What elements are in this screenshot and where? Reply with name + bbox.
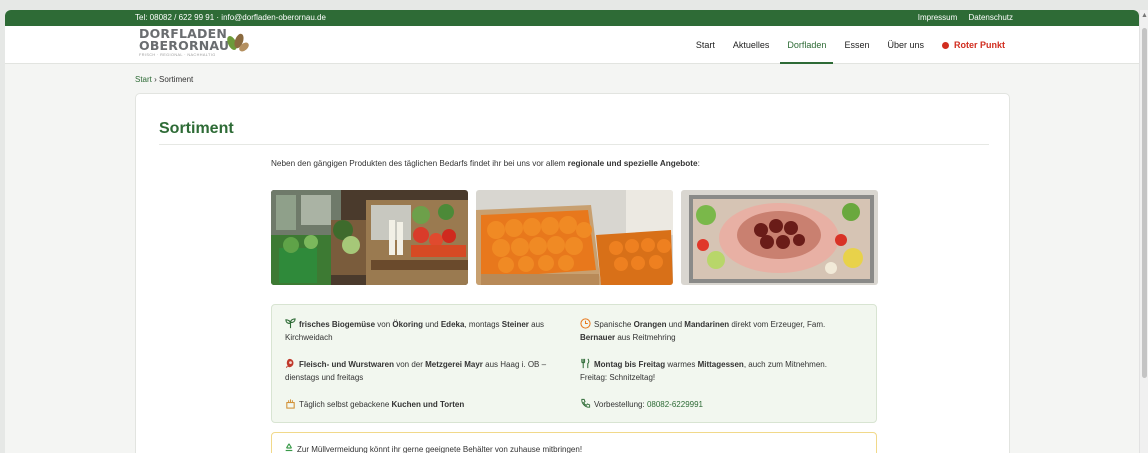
info-item-biogemuese: frisches Biogemüse von Ökoring und Edeka… (285, 318, 585, 344)
photo-oranges (476, 190, 673, 285)
scroll-up-arrow-icon[interactable]: ▲ (1141, 12, 1148, 19)
info-lunch-b1: Montag bis Freitag (594, 360, 666, 369)
info-veg-line2: Kirchweidach (285, 332, 333, 342)
nav-essen[interactable]: Essen (835, 26, 878, 64)
seedling-icon (285, 318, 296, 329)
waste-notice-label: Zur Müllvermeidung könnt ihr gerne geeig… (297, 445, 583, 453)
info-veg-t3: , montags (464, 320, 502, 329)
browser-viewport: Tel: 08082 / 622 99 91 · info@dorfladen-… (5, 10, 1139, 453)
leaf-logo-icon (227, 33, 249, 52)
breadcrumb-separator: › (154, 75, 157, 84)
info-veg-b2: Ökoring (392, 320, 424, 329)
order-phone-link[interactable]: 08082-6229991 (647, 400, 703, 409)
top-bar: Tel: 08082 / 622 99 91 · info@dorfladen-… (5, 10, 1139, 26)
info-lunch-line2: Freitag: Schnitzeltag! (580, 372, 656, 382)
info-meat-b2: Metzgerei Mayr (425, 360, 483, 369)
top-links: Impressum Datenschutz (909, 10, 1013, 26)
info-oranges-b2: Mandarinen (684, 320, 730, 329)
info-oranges-b3: Bernauer (580, 332, 616, 342)
info-cake-b1: Kuchen und Torten (391, 400, 465, 409)
meat-icon (285, 358, 294, 369)
info-veg-t2: und (423, 320, 441, 329)
info-meat-t2: aus Haag i. OB – (482, 360, 547, 369)
impressum-link[interactable]: Impressum (918, 13, 958, 22)
photo-meat-platter (681, 190, 878, 285)
info-oranges-t4: aus Reitmehring (615, 332, 676, 342)
info-meat-line2: dienstags und freitags (285, 372, 364, 382)
info-item-vorbestellung: Vorbestellung: 08082-6229991 (580, 398, 870, 412)
info-oranges-t3: direkt vom Erzeuger, Fam. (729, 320, 826, 329)
nav-aktuelles[interactable]: Aktuelles (724, 26, 779, 64)
red-dot-icon (941, 41, 949, 49)
info-oranges-t2: und (666, 320, 685, 329)
scroll-thumb[interactable] (1142, 28, 1147, 378)
info-meat-b1: Fleisch- und Wurstwaren (299, 360, 394, 369)
info-item-fleisch: Fleisch- und Wurstwaren von der Metzgere… (285, 358, 585, 384)
info-oranges-t1: Spanische (594, 320, 634, 329)
intro-text-start: Neben den gängigen Produkten des täglich… (271, 159, 568, 168)
info-veg-b3: Edeka (440, 320, 465, 329)
info-item-kuchen: Täglich selbst gebackene Kuchen und Tort… (285, 398, 585, 412)
title-divider (159, 144, 989, 145)
site-logo[interactable]: DORFLADEN OBERORNAU FRISCH · REGIONAL · … (139, 27, 259, 62)
info-lunch-b2: Mittagessen (697, 360, 744, 369)
cake-icon (286, 399, 295, 409)
photo-vegetables (271, 190, 468, 285)
nav-start[interactable]: Start (687, 26, 724, 64)
info-lunch-t1: warmes (665, 360, 698, 369)
logo-tagline: FRISCH · REGIONAL · NACHHALTIG (139, 53, 216, 57)
waste-notice: Zur Müllvermeidung könnt ihr gerne geeig… (271, 432, 877, 453)
intro-text: Neben den gängigen Produkten des täglich… (271, 159, 700, 168)
breadcrumb: Start › Sortiment (135, 75, 193, 84)
info-veg-t4: aus (528, 320, 545, 329)
intro-text-end: : (697, 159, 700, 168)
breadcrumb-home[interactable]: Start (135, 75, 152, 84)
nav-ueber-uns[interactable]: Über uns (878, 26, 933, 64)
info-veg-b1: frisches Biogemüse (299, 320, 376, 329)
main-nav: Start Aktuelles Dorfladen Essen Über uns… (687, 26, 1014, 64)
info-item-orangen: Spanische Orangen und Mandarinen direkt … (580, 318, 870, 344)
info-item-mittagessen: Montag bis Freitag warmes Mittagessen, a… (580, 358, 870, 384)
datenschutz-link[interactable]: Datenschutz (969, 13, 1013, 22)
recycle-icon (285, 443, 293, 452)
info-veg-t1: von (375, 320, 393, 329)
info-cake-t1: Täglich selbst gebackene (299, 400, 392, 409)
contact-info: Tel: 08082 / 622 99 91 · info@dorfladen-… (135, 13, 326, 22)
breadcrumb-current: Sortiment (159, 75, 194, 84)
content-card: Sortiment Neben den gängigen Produkten d… (135, 93, 1010, 453)
info-veg-b4: Steiner (501, 320, 529, 329)
nav-roter-punkt-label: Roter Punkt (953, 40, 1005, 50)
cutlery-icon (581, 358, 590, 369)
intro-text-bold: regionale und spezielle Angebote (567, 159, 698, 168)
info-order-label: Vorbestellung: (594, 400, 647, 409)
clock-icon (580, 318, 591, 329)
nav-dorfladen[interactable]: Dorfladen (778, 26, 835, 64)
info-lunch-t2: , auch zum Mitnehmen. (743, 360, 827, 369)
nav-roter-punkt[interactable]: Roter Punkt (933, 26, 1014, 64)
page-title: Sortiment (159, 120, 234, 137)
scrollbar[interactable]: ▲ (1139, 10, 1148, 453)
phone-icon (581, 398, 591, 408)
waste-notice-text: Zur Müllvermeidung könnt ihr gerne geeig… (284, 443, 582, 453)
offer-info-box: frisches Biogemüse von Ökoring und Edeka… (271, 304, 877, 423)
site-header: DORFLADEN OBERORNAU FRISCH · REGIONAL · … (5, 26, 1139, 64)
info-oranges-b1: Orangen (633, 320, 667, 329)
info-meat-t1: von der (393, 360, 426, 369)
